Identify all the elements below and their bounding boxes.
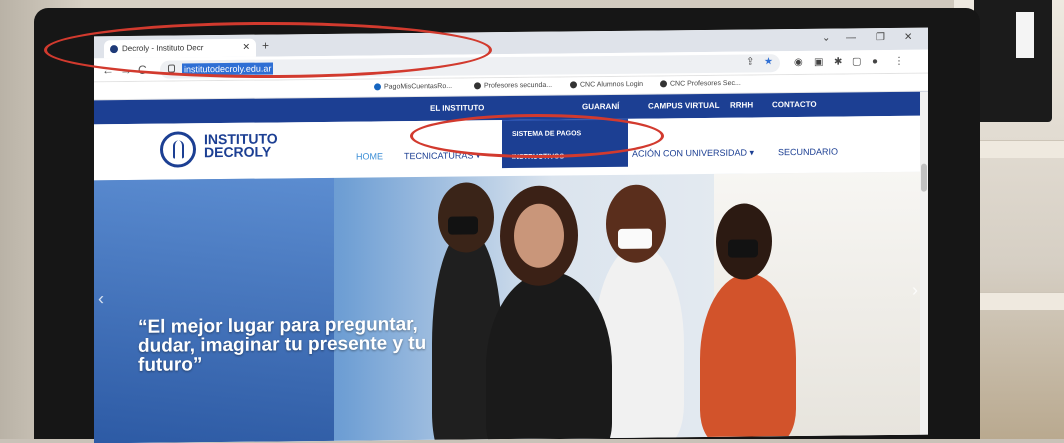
laptop-screen: Decroly - Instituto Decr ✕ + ⌄ — ❐ ✕ ← →… [94,27,928,443]
tv-screen [1016,12,1034,58]
bookmark-item[interactable]: CNC Alumnos Login [570,81,643,89]
nav-contacto[interactable]: CONTACTO [772,100,817,109]
student-figure [486,270,612,443]
site-logo-text[interactable]: INSTITUTO DECROLY [204,130,278,160]
student-face [514,203,564,268]
chevron-right-icon[interactable]: › [912,280,918,301]
tab-search-icon[interactable]: ⌄ [822,33,830,44]
extension-icon[interactable]: ◉ [794,57,803,68]
nav-secundario[interactable]: SECUNDARIO [778,147,838,158]
nav-home[interactable]: HOME [356,151,383,161]
bookmark-icon [474,82,481,90]
bookmark-icon [660,80,667,88]
logo-icon[interactable] [160,131,196,168]
menu-icon[interactable]: ⋮ [894,56,904,67]
bookmark-item[interactable]: PagoMisCuentasRo... [374,83,452,91]
hero-blue-panel [94,177,334,443]
nav-rrhh[interactable]: RRHH [730,100,753,109]
minimize-button[interactable]: — [846,32,856,43]
puzzle-icon[interactable]: ✱ [834,57,842,68]
student-figure [700,273,796,443]
logo-emblem [173,140,184,159]
profile-icon[interactable]: ● [872,56,878,67]
hero-slider: “El mejor lugar para preguntar, dudar, i… [94,171,928,443]
face-mask [448,216,478,235]
annotation-circle-menu [410,114,664,158]
extension-icon[interactable]: ▣ [814,57,823,68]
nav-campus-virtual[interactable]: CAMPUS VIRTUAL [648,101,720,111]
scrollbar-thumb[interactable] [921,163,927,192]
face-mask [618,228,652,249]
sidebar-icon[interactable]: ▢ [852,56,861,67]
maximize-button[interactable]: ❐ [876,32,885,43]
close-window-button[interactable]: ✕ [904,32,912,43]
annotation-circle-url [44,22,492,78]
bookmark-item[interactable]: Profesores secunda... [474,82,552,90]
page-scrollbar[interactable] [920,91,928,435]
bookmark-icon [374,83,381,91]
share-icon[interactable]: ⇪ [746,56,754,67]
nav-articulacion-universidad[interactable]: ACIÓN CON UNIVERSIDAD ▾ [632,147,754,159]
face-mask [728,239,758,258]
nav-guarani[interactable]: GUARANÍ [582,102,619,111]
student-head [606,184,666,264]
nav-el-instituto[interactable]: EL INSTITUTO [430,103,484,113]
chevron-left-icon[interactable]: ‹ [98,288,104,309]
bookmark-icon [570,81,577,89]
hero-slogan: “El mejor lugar para preguntar, dudar, i… [138,313,427,376]
bookmark-item[interactable]: CNC Profesores Sec... [660,80,741,88]
tv [974,0,1052,122]
bookmark-star-icon[interactable]: ★ [764,56,773,67]
